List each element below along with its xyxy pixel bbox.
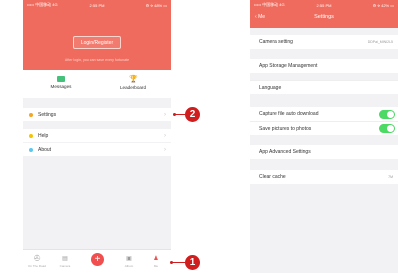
callout-2: 2 xyxy=(185,107,200,122)
toggle-knob xyxy=(387,125,394,132)
tab-camera[interactable]: ▤ Camera xyxy=(55,256,75,268)
toggle-knob xyxy=(387,110,394,118)
setting-label: Camera setting xyxy=(259,39,293,45)
about-icon xyxy=(29,147,33,152)
setting-language[interactable]: Language xyxy=(250,80,398,94)
login-register-button[interactable]: Login/Register xyxy=(73,36,121,49)
menu-item-settings[interactable]: Settings › xyxy=(23,108,171,121)
setting-label: App Storage Management xyxy=(259,63,318,69)
messages-label: Messages xyxy=(50,84,72,89)
setting-camera[interactable]: Camera setting DDPai_MINI2L5 xyxy=(250,35,398,49)
setting-save-pictures: Save pictures to photos xyxy=(250,121,398,135)
status-bar: ••••• 中国移动 4G 2:55 PM ⚙ ⟡ 48% ▭ xyxy=(23,0,171,10)
setting-clear-cache[interactable]: Clear cache 7M xyxy=(250,170,398,184)
tab-label: On The Road xyxy=(28,264,46,268)
login-tip: After login, you can save every fortunat… xyxy=(64,58,130,62)
capture-download-toggle[interactable] xyxy=(379,109,395,119)
status-time: 2:55 PM xyxy=(316,2,332,8)
setting-label: Language xyxy=(259,84,282,91)
page-title: Settings xyxy=(314,14,334,20)
person-icon: ♟ xyxy=(153,256,159,262)
quick-links: Messages 🏆 Leaderboard xyxy=(23,70,171,98)
help-icon xyxy=(29,133,33,138)
setting-label: Save pictures to photos xyxy=(259,125,312,132)
callout-line xyxy=(172,262,185,263)
tab-label: Album xyxy=(124,264,134,268)
callout-1: 1 xyxy=(185,255,200,270)
chevron-right-icon: › xyxy=(164,132,166,139)
add-button[interactable]: + xyxy=(91,253,104,266)
cache-size: 7M xyxy=(388,175,393,179)
leaderboard-label: Leaderboard xyxy=(119,85,147,90)
status-bar: ••••• 中国移动 4G 2:55 PM ⚙ ⟡ 42% ▭ xyxy=(250,0,398,10)
settings-icon xyxy=(29,112,33,117)
menu-item-label: Help xyxy=(38,132,49,139)
tab-me[interactable]: ♟ Me xyxy=(146,256,166,268)
setting-value: DDPai_MINI2L5 xyxy=(367,40,393,44)
setting-label: Capture file auto download xyxy=(259,111,319,117)
save-pictures-toggle[interactable] xyxy=(379,124,395,133)
setting-app-storage[interactable]: App Storage Management xyxy=(250,59,398,73)
tab-label: Camera xyxy=(59,264,71,268)
setting-label: App Advanced Settings xyxy=(259,149,311,155)
chevron-right-icon: › xyxy=(164,111,166,118)
menu-item-help[interactable]: Help › xyxy=(23,129,171,142)
message-icon xyxy=(57,76,65,82)
profile-header: ••••• 中国移动 4G 2:55 PM ⚙ ⟡ 48% ▭ Login/Re… xyxy=(23,0,171,70)
settings-screen: ••••• 中国移动 4G 2:55 PM ⚙ ⟡ 42% ▭ ‹ Me Set… xyxy=(250,0,398,273)
messages-link[interactable]: Messages xyxy=(31,76,91,89)
tab-on-the-road[interactable]: ⛑ On The Road xyxy=(27,256,47,268)
tab-label: Me xyxy=(153,264,159,268)
status-time: 2:55 PM xyxy=(89,2,105,8)
menu-item-about[interactable]: About › xyxy=(23,143,171,156)
chevron-right-icon: › xyxy=(164,146,166,153)
tab-album[interactable]: ▣ Album xyxy=(119,256,139,268)
callout-line xyxy=(175,114,185,115)
tab-bar: ⛑ On The Road ▤ Camera + ▣ Album ♟ Me xyxy=(23,249,171,273)
trophy-icon: 🏆 xyxy=(129,76,138,83)
menu-item-label: Settings xyxy=(38,111,57,118)
menu-item-label: About xyxy=(38,146,52,153)
setting-capture-auto-download: Capture file auto download xyxy=(250,107,398,121)
camera-icon: ▤ xyxy=(62,256,68,262)
nav-bar: ••••• 中国移动 4G 2:55 PM ⚙ ⟡ 42% ▭ ‹ Me Set… xyxy=(250,0,398,28)
album-icon: ▣ xyxy=(126,256,132,262)
leaderboard-link[interactable]: 🏆 Leaderboard xyxy=(103,76,163,90)
setting-app-advanced[interactable]: App Advanced Settings xyxy=(250,145,398,159)
me-screen: ••••• 中国移动 4G 2:55 PM ⚙ ⟡ 48% ▭ Login/Re… xyxy=(23,0,171,273)
setting-label: Clear cache xyxy=(259,174,286,180)
road-icon: ⛑ xyxy=(33,256,41,262)
